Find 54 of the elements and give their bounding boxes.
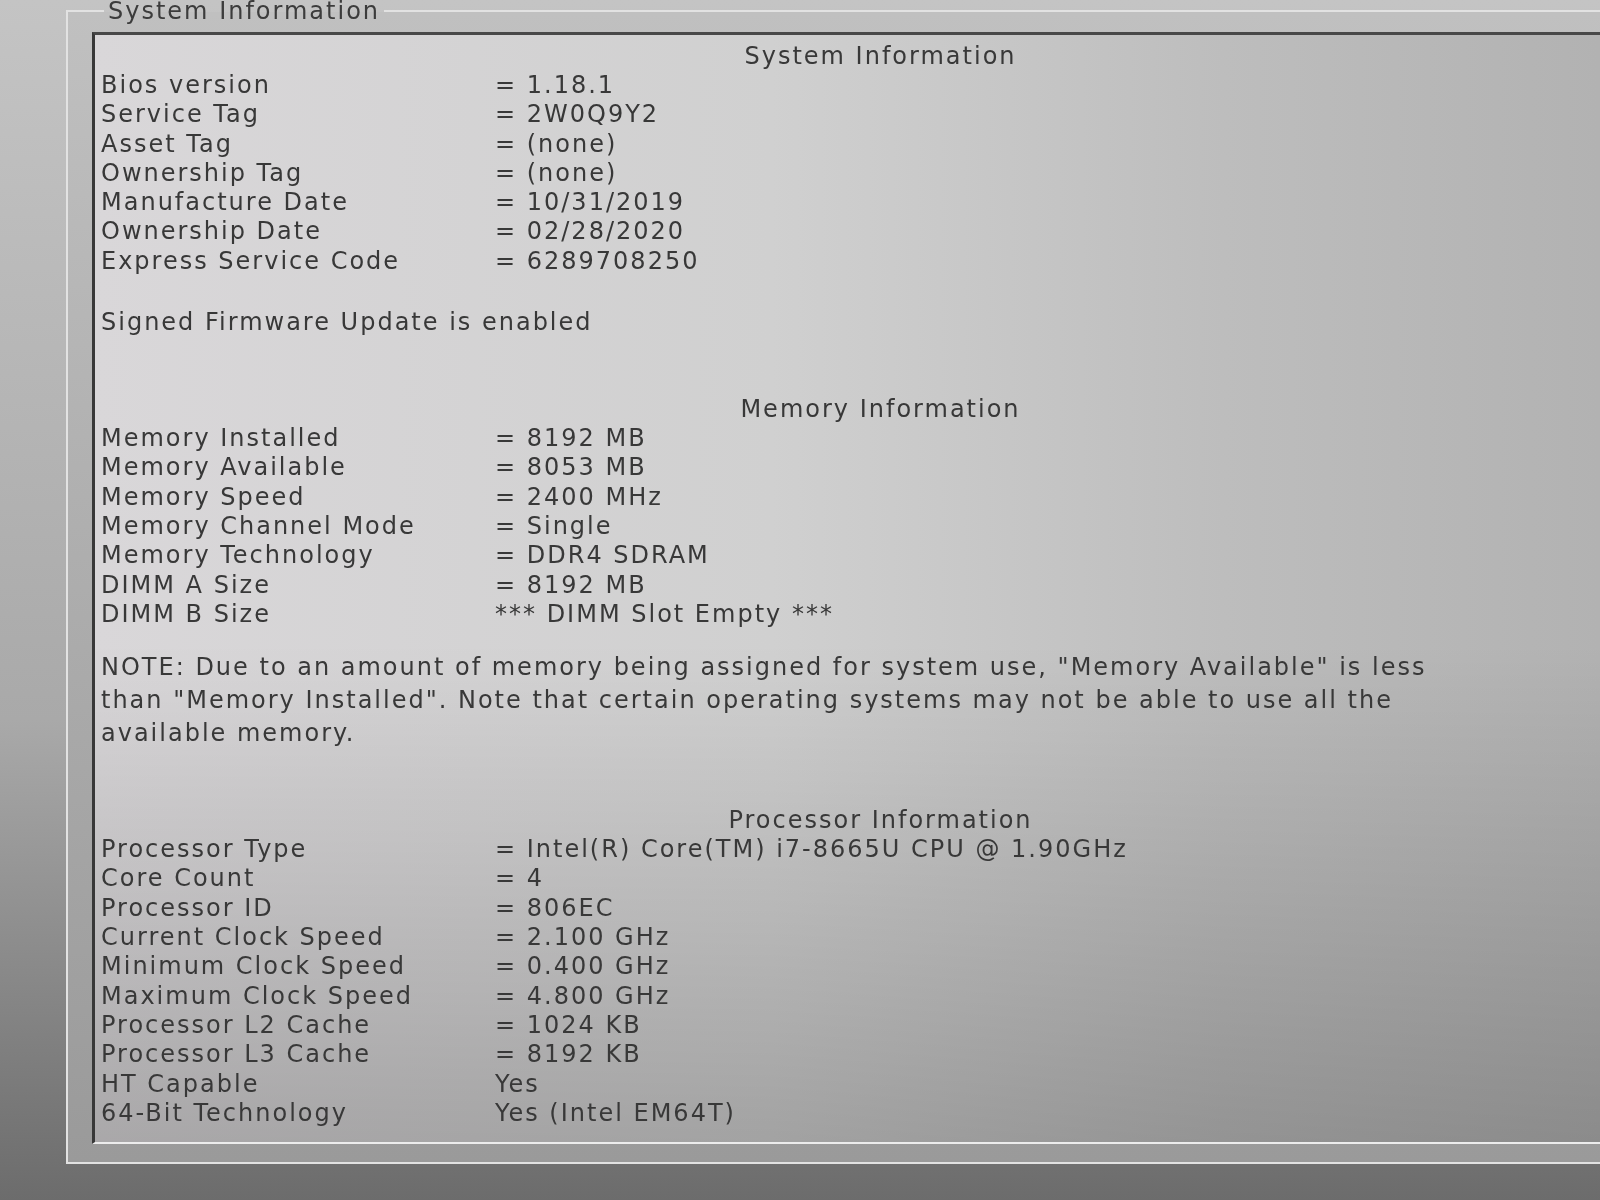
field-label: Asset Tag <box>101 129 233 159</box>
field-value: = DDR4 SDRAM <box>495 541 710 571</box>
field-value: = 806EC <box>495 893 615 924</box>
section-title: Memory Information <box>740 394 1021 425</box>
field-label: Memory Technology <box>101 541 375 571</box>
field-label: Current Clock Speed <box>101 923 385 953</box>
field-label: Memory Channel Mode <box>101 511 416 542</box>
field-value: = 02/28/2020 <box>495 217 686 247</box>
field-value: = 8192 MB <box>495 424 647 454</box>
field-value: = 2.100 GHz <box>495 923 671 953</box>
field-label: Ownership Date <box>101 217 322 247</box>
field-label: Memory Available <box>101 453 347 483</box>
field-value: = Intel(R) Core(TM) i7-8665U CPU @ 1.90GHz <box>495 835 1128 865</box>
field-value: = 0.400 GHz <box>495 952 671 982</box>
field-value: = 1.18.1 <box>495 71 616 101</box>
field-value: = 8192 KB <box>495 1040 642 1070</box>
field-label: Processor L2 Cache <box>101 1010 372 1041</box>
info-note: Signed Firmware Update is enabled <box>101 307 594 339</box>
field-value: = 2400 MHz <box>495 482 663 512</box>
field-label: Ownership Tag <box>101 158 304 189</box>
field-value: = 4.800 GHz <box>495 981 671 1011</box>
field-value: = 2W0Q9Y2 <box>495 100 660 130</box>
field-label: DIMM B Size <box>101 599 271 630</box>
field-value: = 10/31/2019 <box>495 188 686 218</box>
field-label: Maximum Clock Speed <box>101 981 413 1011</box>
section-title: Processor Information <box>728 805 1033 836</box>
field-label: Service Tag <box>101 100 260 130</box>
group-box-title: System Information <box>107 0 382 22</box>
field-label: 64-Bit Technology <box>101 1098 348 1129</box>
field-label: DIMM A Size <box>101 570 271 600</box>
info-note: NOTE: Due to an amount of memory being assigned for system use, "Memory Available" is less than "Memory Installed". Note that certain operating systems may not be able to use all the available memory. <box>101 652 1428 750</box>
field-value: = Single <box>495 511 613 542</box>
field-label: HT Capable <box>101 1069 260 1099</box>
field-label: Core Count <box>101 864 256 894</box>
field-label: Processor L3 Cache <box>101 1040 372 1070</box>
field-label: Manufacture Date <box>101 188 349 218</box>
field-value: = 6289708250 <box>495 246 700 277</box>
field-value: = (none) <box>495 158 618 189</box>
field-value: = 1024 KB <box>495 1010 642 1041</box>
section-title: System Information <box>744 41 1017 71</box>
field-value: = 4 <box>495 864 544 894</box>
field-value: = 8053 MB <box>495 453 647 483</box>
field-label: Minimum Clock Speed <box>101 952 406 982</box>
field-value: *** DIMM Slot Empty *** <box>495 599 834 630</box>
field-label: Bios version <box>101 71 271 101</box>
field-label: Processor ID <box>101 893 274 924</box>
field-label: Processor Type <box>101 835 308 865</box>
field-value: Yes (Intel EM64T) <box>495 1098 736 1129</box>
field-value: = (none) <box>495 129 618 159</box>
field-label: Express Service Code <box>101 246 401 277</box>
field-value: Yes <box>495 1069 540 1099</box>
field-label: Memory Speed <box>101 482 306 512</box>
field-label: Memory Installed <box>101 424 341 454</box>
field-value: = 8192 MB <box>495 570 647 600</box>
